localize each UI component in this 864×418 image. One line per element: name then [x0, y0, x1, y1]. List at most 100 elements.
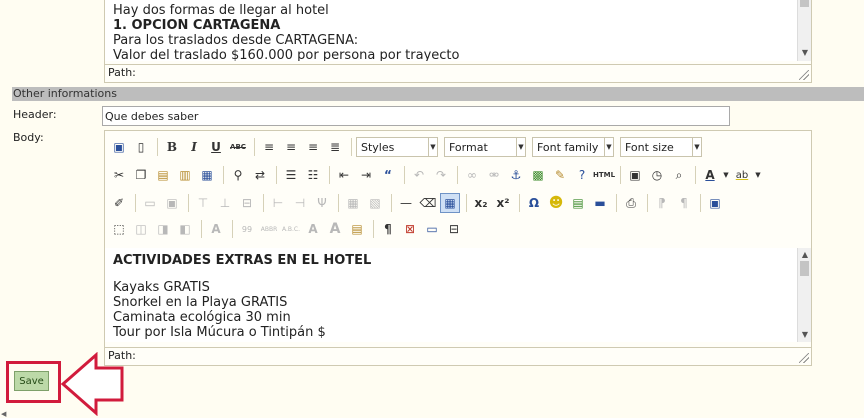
media-icon[interactable]: ▤: [568, 193, 588, 213]
body-editor-scrollbar[interactable]: ▲ ▼: [797, 248, 811, 342]
help-icon[interactable]: ?: [572, 165, 592, 185]
upper-line-4: Valor del traslado $160.000 por persona …: [113, 48, 460, 61]
table-cell-props-icon[interactable]: ▣: [162, 193, 182, 213]
underline-button[interactable]: U: [206, 137, 226, 157]
chevron-down-icon[interactable]: ▼: [754, 165, 762, 185]
toolbar-separator: [700, 194, 701, 212]
html-source-button[interactable]: HTML: [593, 165, 615, 185]
subscript-button[interactable]: x₂: [471, 193, 491, 213]
styles-dropdown[interactable]: Styles ▼: [356, 137, 438, 157]
paste-icon[interactable]: ▤: [153, 165, 173, 185]
paste-word-icon[interactable]: ▦: [197, 165, 217, 185]
outdent-icon[interactable]: ⇤: [334, 165, 354, 185]
upper-scroll-thumb[interactable]: [800, 0, 809, 7]
insert-row-after-icon[interactable]: ⊥: [215, 193, 235, 213]
cite-icon[interactable]: 99: [237, 219, 257, 239]
insert-row-before-icon[interactable]: ⊤: [193, 193, 213, 213]
body-scroll-thumb[interactable]: [800, 261, 809, 276]
text-color-icon[interactable]: A: [700, 165, 720, 185]
insert-col-before-icon[interactable]: ⊢: [268, 193, 288, 213]
link-icon[interactable]: ∞: [462, 165, 482, 185]
new-document-icon[interactable]: ▯: [131, 137, 151, 157]
special-char-button[interactable]: Ω: [524, 193, 544, 213]
table-row-props-icon[interactable]: ▭: [140, 193, 160, 213]
image-icon[interactable]: ▩: [528, 165, 548, 185]
align-justify-icon[interactable]: ≣: [325, 137, 345, 157]
paste-text-icon[interactable]: ▥: [175, 165, 195, 185]
styleprops-icon[interactable]: A: [206, 219, 226, 239]
ins-icon[interactable]: A: [325, 219, 345, 239]
save-icon[interactable]: ▣: [109, 137, 129, 157]
unlink-icon[interactable]: ⚮: [484, 165, 504, 185]
print-icon[interactable]: ⎙: [621, 193, 641, 213]
font-family-dropdown[interactable]: Font family ▼: [532, 137, 614, 157]
scroll-down-arrow-icon[interactable]: ▼: [798, 47, 811, 59]
acronym-icon[interactable]: A.B.C.: [281, 219, 301, 239]
ltr-icon[interactable]: ⁋: [652, 193, 672, 213]
nonbreaking-icon[interactable]: ⊠: [400, 219, 420, 239]
layer-icon[interactable]: ▣: [705, 193, 725, 213]
delete-col-icon[interactable]: Ψ: [312, 193, 332, 213]
italic-button[interactable]: I: [184, 137, 204, 157]
resize-grip-icon[interactable]: [799, 353, 809, 363]
bullet-list-icon[interactable]: ☰: [281, 165, 301, 185]
save-button[interactable]: Save: [14, 371, 49, 391]
align-left-icon[interactable]: ≡: [259, 137, 279, 157]
undo-icon[interactable]: ↶: [409, 165, 429, 185]
anchor-icon[interactable]: ⚓: [506, 165, 526, 185]
horizontal-rule-icon[interactable]: —: [396, 193, 416, 213]
insert-time-icon[interactable]: ◷: [647, 165, 667, 185]
pagebreak-icon[interactable]: ⊟: [444, 219, 464, 239]
preview-icon[interactable]: ⌕: [669, 165, 689, 185]
delete-row-icon[interactable]: ⊟: [237, 193, 257, 213]
blockquote-icon[interactable]: “: [378, 165, 398, 185]
format-dropdown[interactable]: Format ▼: [444, 137, 526, 157]
bold-button[interactable]: B: [162, 137, 182, 157]
replace-icon[interactable]: ⇄: [250, 165, 270, 185]
upper-editor-scrollbar[interactable]: ▼: [797, 0, 811, 61]
superscript-button[interactable]: x²: [493, 193, 513, 213]
edit-css-icon[interactable]: ✐: [109, 193, 129, 213]
header-input[interactable]: [102, 106, 730, 126]
merge-cells-icon[interactable]: ▧: [365, 193, 385, 213]
rtl-icon[interactable]: ¶: [674, 193, 694, 213]
split-cells-icon[interactable]: ▦: [343, 193, 363, 213]
copy-icon[interactable]: ❐: [131, 165, 151, 185]
insert-table-icon[interactable]: ▦: [440, 193, 460, 213]
upper-line-3: Para los traslados desde CARTAGENA:: [113, 33, 359, 48]
numbered-list-icon[interactable]: ☷: [303, 165, 323, 185]
visual-chars-button[interactable]: ¶: [378, 219, 398, 239]
font-size-dropdown[interactable]: Font size ▼: [620, 137, 702, 157]
insert-date-icon[interactable]: ▣: [625, 165, 645, 185]
move-forward-icon[interactable]: ◨: [153, 219, 173, 239]
corner-marker-icon: ◀: [1, 410, 7, 418]
emoticon-icon[interactable]: ☻: [546, 193, 566, 213]
indent-icon[interactable]: ⇥: [356, 165, 376, 185]
insert-col-after-icon[interactable]: ⊣: [290, 193, 310, 213]
template-icon[interactable]: ▭: [422, 219, 442, 239]
scroll-down-arrow-icon[interactable]: ▼: [798, 329, 811, 341]
strikethrough-button[interactable]: ABC: [228, 137, 248, 157]
cut-icon[interactable]: ✂: [109, 165, 129, 185]
highlight-color-icon[interactable]: ab: [732, 165, 752, 185]
del-icon[interactable]: A: [303, 219, 323, 239]
attribs-icon[interactable]: ▤: [347, 219, 367, 239]
visual-aid-icon[interactable]: ⬚: [109, 219, 129, 239]
scroll-up-arrow-icon[interactable]: ▲: [798, 249, 811, 261]
cleanup-icon[interactable]: ✎: [550, 165, 570, 185]
insert-layer-icon[interactable]: ◫: [131, 219, 151, 239]
chevron-down-icon[interactable]: ▼: [722, 165, 730, 185]
upper-editor-content[interactable]: Hay dos formas de llegar al hotel 1. OPC…: [105, 0, 811, 61]
fullscreen-icon[interactable]: ▬: [590, 193, 610, 213]
resize-grip-icon[interactable]: [799, 70, 809, 80]
abbr-icon[interactable]: ABBR: [259, 219, 279, 239]
redo-icon[interactable]: ↷: [431, 165, 451, 185]
body-editor-content[interactable]: ACTIVIDADES EXTRAS EN EL HOTEL Kayaks GR…: [105, 248, 811, 342]
find-icon[interactable]: ⚲: [228, 165, 248, 185]
align-right-icon[interactable]: ≡: [303, 137, 323, 157]
eraser-icon[interactable]: ⌫: [418, 193, 438, 213]
body-line-4: Tour por Isla Múcura o Tintipán $: [113, 325, 326, 340]
body-line-2: Snorkel en la Playa GRATIS: [113, 295, 288, 310]
align-center-icon[interactable]: ≡: [281, 137, 301, 157]
move-backward-icon[interactable]: ◧: [175, 219, 195, 239]
